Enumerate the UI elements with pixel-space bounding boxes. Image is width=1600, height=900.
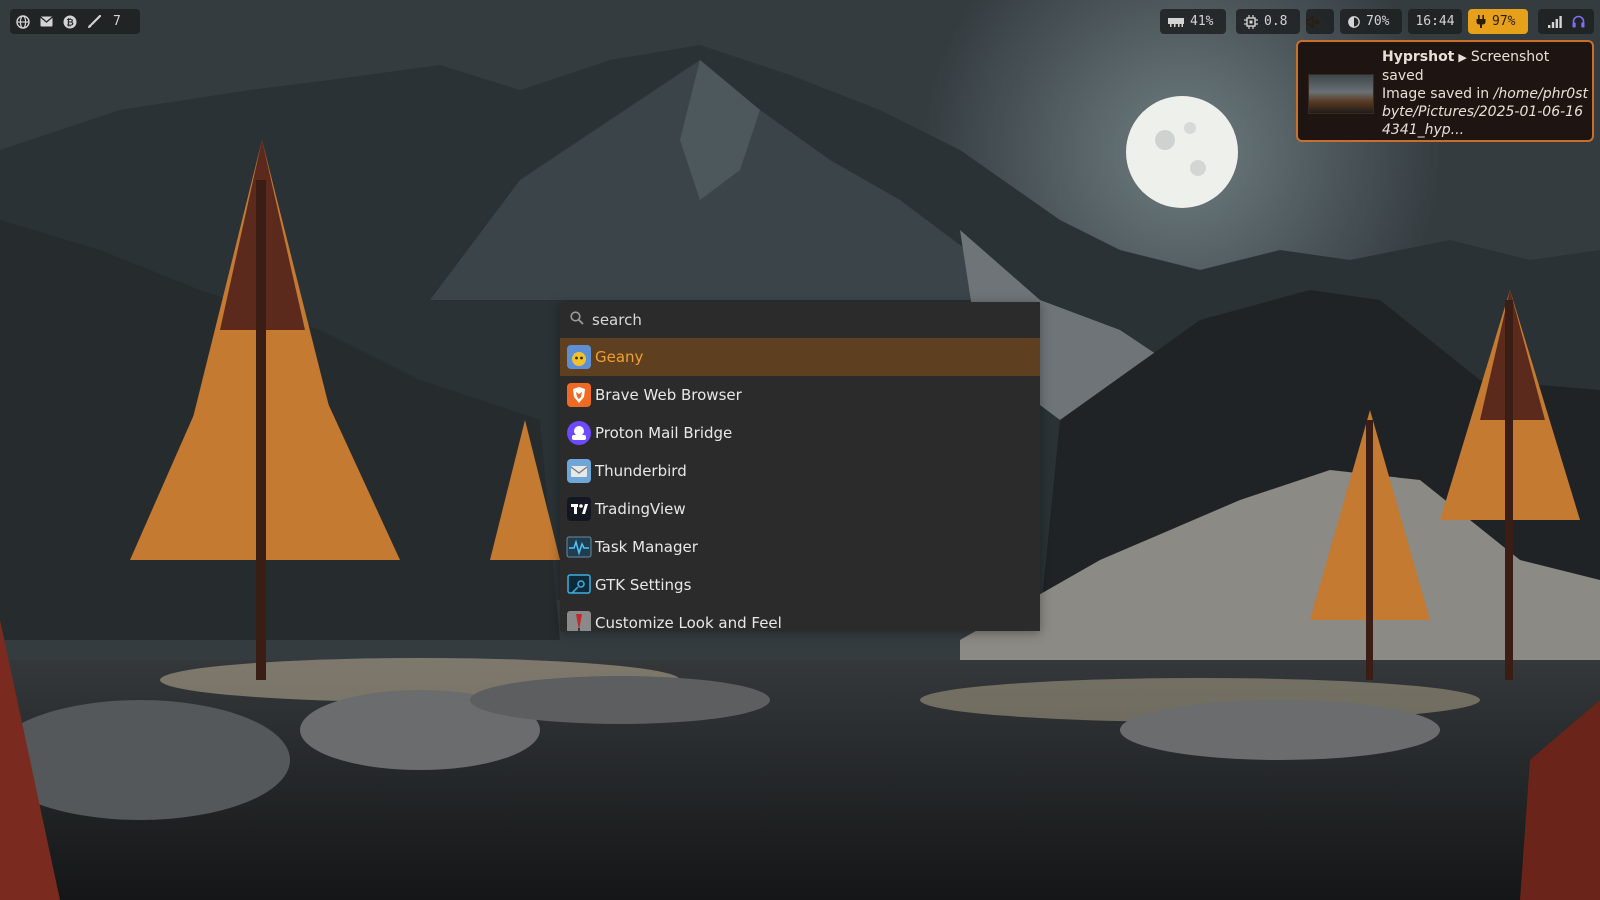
app-item-customize-look[interactable]: Customize Look and Feel xyxy=(560,604,1040,631)
app-list: Geany Brave Web Browser Proton Mail Brid… xyxy=(560,338,1040,631)
app-item-thunderbird[interactable]: Thunderbird xyxy=(560,452,1040,490)
app-item-tradingview[interactable]: TradingView xyxy=(560,490,1040,528)
app-item-brave[interactable]: Brave Web Browser xyxy=(560,376,1040,414)
memory-indicator[interactable]: 41% xyxy=(1160,9,1226,34)
proton-mail-bridge-icon xyxy=(567,421,591,445)
task-manager-icon xyxy=(566,536,592,558)
battery-charging-icon xyxy=(1476,15,1486,28)
notification-title: Hyprshot ▶ Screenshot saved xyxy=(1382,48,1588,85)
app-label: Task Manager xyxy=(595,538,698,556)
workspace-count: 7 xyxy=(113,14,121,29)
tray xyxy=(1538,9,1594,34)
battery-value: 97% xyxy=(1492,14,1516,29)
chevron-right-icon: ▶ xyxy=(1458,51,1467,64)
memory-icon xyxy=(1168,17,1184,27)
app-label: Thunderbird xyxy=(595,462,687,480)
app-label: Geany xyxy=(595,348,644,366)
svg-text:₿: ₿ xyxy=(66,17,73,28)
desktop: ₿ 7 41% 0.8 70% 16:44 97% Hyprshot ▶ Scr… xyxy=(0,0,1600,900)
app-label: Proton Mail Bridge xyxy=(595,424,733,442)
app-item-task-manager[interactable]: Task Manager xyxy=(560,528,1040,566)
brightness-value: 70% xyxy=(1366,14,1390,29)
clock-time: 16:44 xyxy=(1415,14,1455,29)
battery-indicator[interactable]: 97% xyxy=(1468,9,1528,34)
gtk-settings-icon xyxy=(567,574,591,594)
thunderbird-icon xyxy=(567,459,591,483)
memory-value: 41% xyxy=(1190,14,1214,29)
geany-icon xyxy=(567,345,591,369)
screenshot-thumbnail xyxy=(1308,74,1374,114)
app-label: Customize Look and Feel xyxy=(595,614,782,631)
tradingview-icon xyxy=(567,497,591,521)
notification-body-prefix: Image saved in xyxy=(1382,86,1494,102)
search-input[interactable] xyxy=(592,311,1012,329)
signal-icon[interactable] xyxy=(1547,15,1562,28)
app-label: Brave Web Browser xyxy=(595,386,742,404)
screenshot-notification[interactable]: Hyprshot ▶ Screenshot saved Image saved in… xyxy=(1296,40,1594,142)
cpu-icon xyxy=(1244,14,1258,29)
mail-icon[interactable] xyxy=(40,16,53,27)
brightness-icon xyxy=(1348,15,1360,28)
app-launcher: Geany Brave Web Browser Proton Mail Brid… xyxy=(560,302,1040,631)
brightness-indicator[interactable]: 70% xyxy=(1340,9,1402,34)
workspace-bar: ₿ 7 xyxy=(10,9,140,34)
app-label: GTK Settings xyxy=(595,576,692,594)
customize-look-icon xyxy=(567,611,591,631)
notification-body: Image saved in /home/phr0stbyte/Pictures… xyxy=(1382,85,1588,139)
app-item-gtk-settings[interactable]: GTK Settings xyxy=(560,566,1040,604)
globe-icon[interactable] xyxy=(16,14,30,29)
app-label: TradingView xyxy=(595,500,686,518)
brush-icon[interactable] xyxy=(87,14,101,29)
volume-muted-icon xyxy=(1306,15,1320,28)
volume-toggle[interactable] xyxy=(1306,9,1334,34)
headphones-icon[interactable] xyxy=(1572,15,1585,28)
notification-app: Hyprshot xyxy=(1382,49,1455,65)
bitcoin-icon[interactable]: ₿ xyxy=(63,15,77,29)
search-icon xyxy=(570,311,584,329)
app-item-geany[interactable]: Geany xyxy=(560,338,1040,376)
brave-icon xyxy=(567,383,591,407)
clock[interactable]: 16:44 xyxy=(1408,9,1462,34)
cpu-indicator[interactable]: 0.8 xyxy=(1236,9,1300,34)
app-item-proton-mail-bridge[interactable]: Proton Mail Bridge xyxy=(560,414,1040,452)
cpu-value: 0.8 xyxy=(1264,14,1288,29)
search-row xyxy=(560,302,1040,338)
